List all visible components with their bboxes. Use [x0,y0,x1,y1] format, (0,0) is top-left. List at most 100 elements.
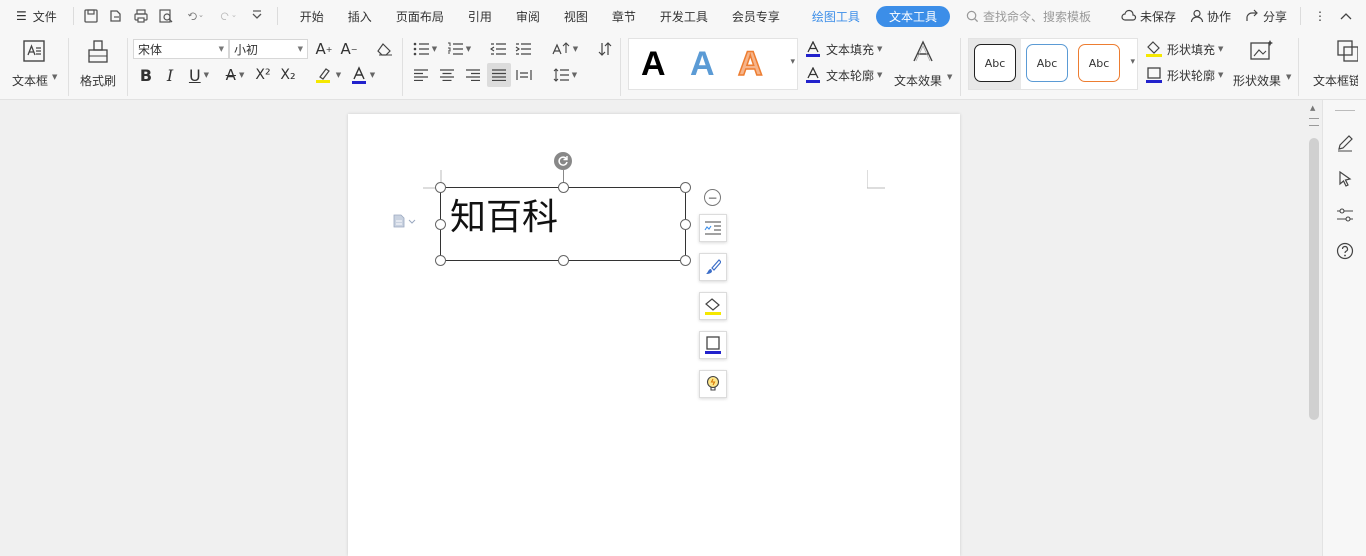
shape-fill-button[interactable]: 形状填充 ▼ [1146,39,1228,59]
tab-section[interactable]: 章节 [600,0,648,32]
shape-gallery-more-icon[interactable]: ▾ [1130,57,1135,67]
decrease-indent-icon[interactable] [487,39,509,59]
text-outline-button[interactable]: 文本轮廓 ▼ [806,65,888,85]
resize-handle-w[interactable] [435,219,446,230]
sort-icon[interactable] [594,39,616,59]
file-menu[interactable]: ☰ 文件 [0,0,67,32]
font-name-select[interactable]: 宋体 ▼ [133,39,229,59]
resize-handle-s[interactable] [558,255,569,266]
shape-style-orange[interactable]: Abc [1078,44,1120,82]
bullet-list-icon[interactable]: ▼ [410,39,440,59]
strikethrough-button[interactable]: A ▼ [220,65,250,85]
text-outline-icon [806,67,820,83]
save-icon[interactable] [80,5,102,27]
print-preview-icon[interactable] [155,5,177,27]
textbox-link-button[interactable]: 文本框链 [1306,36,1358,92]
textbox-content[interactable]: 知百科 [450,200,558,236]
underline-button[interactable]: U ▼ [184,65,214,85]
vertical-scrollbar[interactable]: ▲ [1306,100,1322,556]
resize-handle-nw[interactable] [435,182,446,193]
collapse-ribbon-icon[interactable] [1333,11,1366,21]
tab-developer[interactable]: 开发工具 [648,0,720,32]
scroll-handle-icon[interactable] [1309,118,1319,126]
paintbrush-icon [706,259,721,274]
edit-pen-icon[interactable] [1333,131,1357,155]
tab-view[interactable]: 视图 [552,0,600,32]
shape-style-float-button[interactable] [699,253,727,281]
shape-fill-label: 形状填充 [1167,42,1216,57]
scrollbar-thumb[interactable] [1309,138,1319,420]
collaborate-button[interactable]: 协作 [1183,8,1238,25]
text-style-black[interactable]: A [641,45,666,84]
subscript-button[interactable]: X₂ [277,65,299,85]
justify-icon[interactable] [487,63,511,87]
paragraph-handle-icon[interactable] [393,214,417,232]
decrease-font-icon[interactable]: A − [338,39,360,59]
resize-handle-n[interactable] [558,182,569,193]
text-effect-button[interactable]: 文本效果 ▼ [892,36,954,92]
more-options-icon[interactable]: ⋮ [1307,9,1333,23]
print-icon[interactable] [130,5,152,27]
clear-format-icon[interactable] [374,39,396,59]
share-button[interactable]: 分享 [1238,8,1294,25]
font-color-button[interactable]: ▼ [348,65,378,85]
tab-member[interactable]: 会员专享 [720,0,792,32]
resize-handle-sw[interactable] [435,255,446,266]
shape-effect-button[interactable]: 形状效果 ▼ [1230,36,1294,92]
shape-style-black[interactable]: Abc [974,44,1016,82]
format-painter-button[interactable]: 格式刷 [74,36,122,92]
command-search[interactable]: 查找命令、搜索模板 [966,8,1091,25]
divider [127,38,128,96]
layout-options-button[interactable] [699,214,727,242]
line-spacing-icon[interactable]: ▼ [550,65,580,85]
numbered-list-icon[interactable]: ▼ [444,39,474,59]
unsaved-button[interactable]: 未保存 [1114,8,1183,25]
rotate-handle[interactable] [554,152,572,170]
text-style-orange-outline[interactable]: A [737,44,763,84]
align-center-icon[interactable] [436,65,458,85]
tab-page-layout[interactable]: 页面布局 [384,0,456,32]
bold-button[interactable]: B [136,65,156,85]
resize-handle-e[interactable] [680,219,691,230]
distribute-icon[interactable] [513,65,535,85]
outline-float-button[interactable] [699,331,727,359]
selected-textbox[interactable]: 知百科 [435,182,691,266]
italic-button[interactable]: I [160,65,180,85]
tab-references[interactable]: 引用 [456,0,504,32]
scroll-up-icon[interactable]: ▲ [1310,104,1315,112]
textbox-button[interactable]: 文本框 ▼ [8,36,60,92]
gallery-more-icon[interactable]: ▾ [790,57,795,67]
select-cursor-icon[interactable] [1333,167,1357,191]
tab-insert[interactable]: 插入 [336,0,384,32]
align-right-icon[interactable] [462,65,484,85]
text-style-blue[interactable]: A [690,45,715,84]
text-fill-button[interactable]: 文本填充 ▼ [806,39,888,59]
font-size-select[interactable]: 小初 ▼ [229,39,308,59]
brush-icon [88,40,108,63]
align-left-icon[interactable] [410,65,432,85]
redo-icon[interactable] [213,5,243,27]
tab-drawing-tools[interactable]: 绘图工具 [800,0,872,32]
tab-start[interactable]: 开始 [288,0,336,32]
file-menu-label: 文件 [32,9,57,24]
resize-handle-ne[interactable] [680,182,691,193]
tab-review[interactable]: 审阅 [504,0,552,32]
settings-sliders-icon[interactable] [1333,203,1357,227]
superscript-button[interactable]: X² [252,65,274,85]
highlight-color-button[interactable]: ▼ [313,65,343,85]
increase-font-icon[interactable]: A + [313,39,335,59]
help-icon[interactable] [1333,239,1357,263]
fill-float-button[interactable] [699,292,727,320]
smart-suggestion-button[interactable] [699,370,727,398]
shape-style-blue[interactable]: Abc [1026,44,1068,82]
undo-icon[interactable] [180,5,210,27]
export-icon[interactable] [105,5,127,27]
document-page[interactable]: 知百科 − [348,114,960,556]
tab-text-tools[interactable]: 文本工具 [875,5,950,27]
resize-handle-se[interactable] [680,255,691,266]
customize-toolbar-icon[interactable] [246,5,268,27]
text-direction-icon[interactable]: ▼ [550,39,580,59]
collapse-float-toolbar-icon[interactable]: − [704,189,721,206]
shape-outline-button[interactable]: 形状轮廓 ▼ [1146,65,1228,85]
increase-indent-icon[interactable] [512,39,534,59]
